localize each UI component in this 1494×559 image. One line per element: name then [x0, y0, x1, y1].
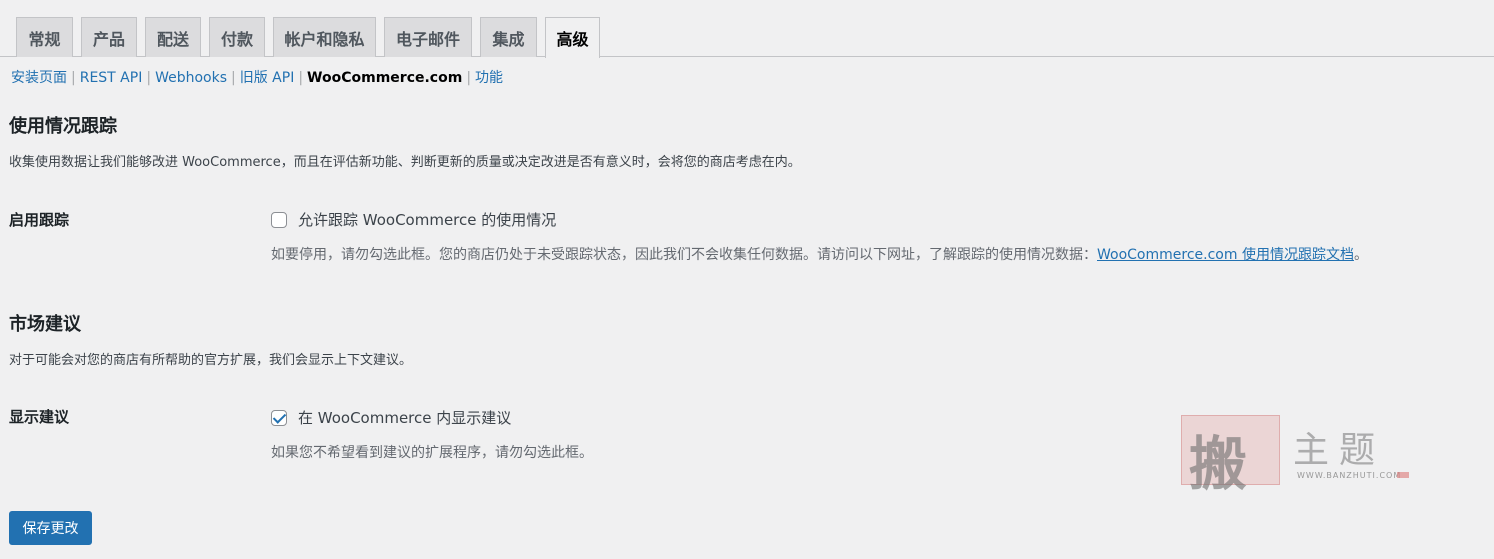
tab-advanced[interactable]: 高级: [545, 17, 600, 58]
allow-tracking-label[interactable]: 允许跟踪 WooCommerce 的使用情况: [298, 209, 556, 230]
show-suggestions-checkbox-label[interactable]: 在 WooCommerce 内显示建议: [298, 407, 511, 428]
save-changes-button[interactable]: 保存更改: [9, 511, 92, 545]
sub-navigation: 安装页面 | REST API | Webhooks | 旧版 API | WooCommerc…: [11, 68, 503, 88]
tracking-heading: 使用情况跟踪: [9, 116, 117, 137]
tracking-checkbox-row: 允许跟踪 WooCommerce 的使用情况: [271, 209, 556, 230]
subnav-legacy-api[interactable]: 旧版 API: [240, 70, 295, 86]
suggestions-help-text: 如果您不希望看到建议的扩展程序，请勿勾选此框。: [271, 445, 593, 461]
watermark-logo: 搬 主题 WWW.BANZHUTI.COM: [1181, 415, 1411, 498]
watermark-url: WWW.BANZHUTI.COM: [1297, 471, 1402, 480]
subnav-separator: |: [146, 70, 152, 86]
enable-tracking-label: 启用跟踪: [9, 211, 70, 229]
watermark-mark: [1397, 472, 1409, 478]
allow-tracking-checkbox[interactable]: [271, 211, 287, 228]
watermark-char: 搬: [1189, 430, 1248, 498]
tab-emails[interactable]: 电子邮件: [384, 17, 472, 57]
subnav-features[interactable]: 功能: [475, 70, 503, 86]
subnav-separator: |: [71, 70, 76, 86]
subnav-page-setup[interactable]: 安装页面: [11, 70, 67, 86]
marketplace-description: 对于可能会对您的商店有所帮助的官方扩展，我们会显示上下文建议。: [9, 353, 413, 368]
tracking-docs-link[interactable]: WooCommerce.com 使用情况跟踪文档: [1097, 247, 1354, 263]
show-suggestions-label: 显示建议: [9, 408, 70, 426]
tab-integration[interactable]: 集成: [480, 17, 537, 57]
tab-accounts-privacy[interactable]: 帐户和隐私: [273, 17, 376, 57]
tracking-help-text: 如要停用，请勿勾选此框。您的商店仍处于未受跟踪状态，因此我们不会收集任何数据。请…: [271, 247, 1097, 263]
subnav-webhooks[interactable]: Webhooks: [155, 70, 227, 86]
marketplace-heading: 市场建议: [9, 314, 81, 335]
tab-shipping[interactable]: 配送: [145, 17, 201, 57]
subnav-rest-api[interactable]: REST API: [80, 70, 143, 86]
subnav-separator: |: [298, 70, 304, 86]
tab-general[interactable]: 常规: [16, 17, 73, 57]
show-suggestions-checkbox[interactable]: [271, 409, 287, 426]
tracking-help-end: 。: [1353, 247, 1368, 263]
settings-tabs: 常规 产品 配送 付款 帐户和隐私 电子邮件 集成 高级: [0, 0, 1494, 58]
tracking-description: 收集使用数据让我们能够改进 WooCommerce，而且在评估新功能、判断更新的…: [9, 155, 801, 170]
suggestions-checkbox-row: 在 WooCommerce 内显示建议: [271, 407, 511, 428]
subnav-woocommerce-com: WooCommerce.com: [307, 70, 463, 86]
subnav-separator: |: [466, 70, 472, 86]
tab-products[interactable]: 产品: [81, 17, 137, 57]
tracking-help: 如要停用，请勿勾选此框。您的商店仍处于未受跟踪状态，因此我们不会收集任何数据。请…: [271, 244, 1368, 264]
subnav-separator: |: [231, 70, 236, 86]
watermark-text: 主题: [1293, 430, 1386, 471]
tab-payments[interactable]: 付款: [209, 17, 265, 57]
